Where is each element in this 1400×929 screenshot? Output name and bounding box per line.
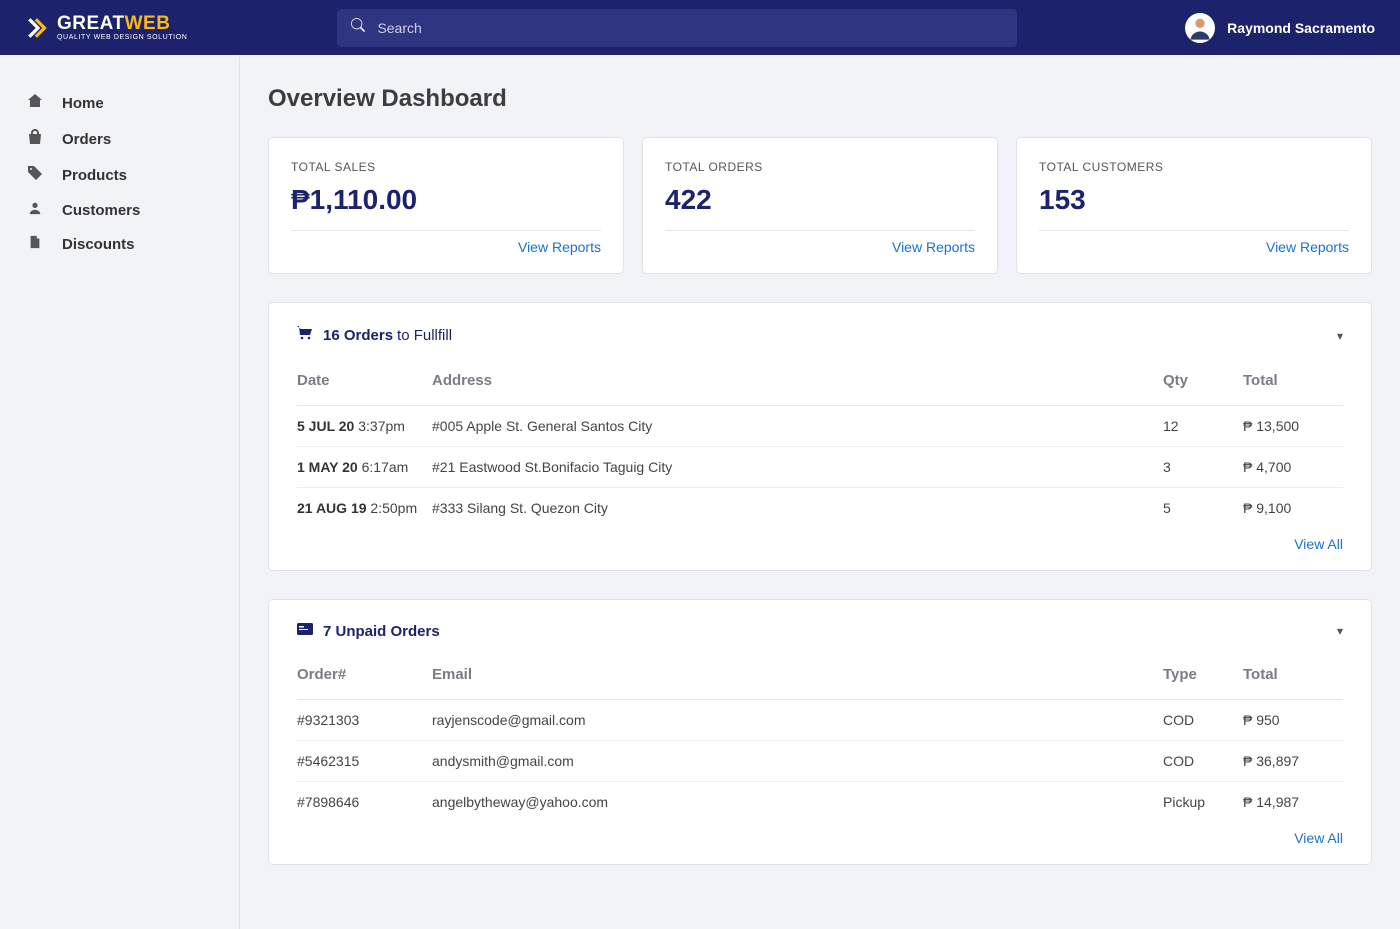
card-total-customers: TOTAL CUSTOMERS 153 View Reports (1016, 137, 1372, 274)
th-order: Order# (297, 658, 432, 700)
cell-address: #333 Silang St. Quezon City (432, 488, 1163, 529)
orders-suffix: to Fullfill (397, 327, 452, 344)
view-all-link[interactable]: View All (297, 830, 1343, 846)
cell-email: angelbytheway@yahoo.com (432, 782, 1163, 823)
card-view-reports-link[interactable]: View Reports (291, 239, 601, 255)
money-check-icon (297, 622, 313, 640)
cell-total: ₱ 14,987 (1243, 782, 1343, 823)
unpaid-orders-panel: 7 Unpaid Orders ▾ Order# Email Type Tota… (268, 599, 1372, 865)
user-icon (26, 201, 44, 219)
cell-total: ₱ 9,100 (1243, 488, 1343, 529)
table-row[interactable]: #9321303 rayjenscode@gmail.com COD ₱ 950 (297, 700, 1343, 741)
unpaid-table: Order# Email Type Total #9321303 rayjens… (297, 658, 1343, 822)
brand-name-2: WEB (125, 13, 171, 34)
card-total-sales: TOTAL SALES ₱1,110.00 View Reports (268, 137, 624, 274)
th-address: Address (432, 364, 1163, 406)
orders-to-fulfill-panel: 16 Orders to Fullfill ▾ Date Address Qty… (268, 302, 1372, 571)
main-content: Overview Dashboard TOTAL SALES ₱1,110.00… (240, 55, 1400, 929)
cell-type: COD (1163, 700, 1243, 741)
cell-email: andysmith@gmail.com (432, 741, 1163, 782)
search-input-wrapper[interactable] (337, 9, 1017, 47)
cell-order: #7898646 (297, 782, 432, 823)
sidebar-item-orders[interactable]: Orders (0, 121, 239, 157)
search-icon (351, 18, 365, 37)
sidebar-item-label: Products (62, 167, 127, 184)
cell-qty: 3 (1163, 447, 1243, 488)
sidebar-item-products[interactable]: Products (0, 157, 239, 193)
sidebar-item-label: Discounts (62, 236, 135, 253)
cell-address: #21 Eastwood St.Bonifacio Taguig City (432, 447, 1163, 488)
brand-text: GREATWEB QUALITY WEB DESIGN SOLUTION (57, 14, 187, 41)
cell-type: Pickup (1163, 782, 1243, 823)
search-input[interactable] (365, 20, 1003, 36)
th-date: Date (297, 364, 432, 406)
card-value: ₱1,110.00 (291, 184, 601, 216)
th-qty: Qty (1163, 364, 1243, 406)
sidebar-item-label: Customers (62, 202, 140, 219)
cell-order: #9321303 (297, 700, 432, 741)
cell-total: ₱ 4,700 (1243, 447, 1343, 488)
cell-total: ₱ 36,897 (1243, 741, 1343, 782)
cell-qty: 12 (1163, 406, 1243, 447)
table-row[interactable]: 21 AUG 19 2:50pm #333 Silang St. Quezon … (297, 488, 1343, 529)
chevron-down-icon[interactable]: ▾ (1337, 329, 1343, 343)
card-value: 422 (665, 184, 975, 216)
cell-qty: 5 (1163, 488, 1243, 529)
brand-name-1: GREAT (57, 13, 125, 34)
user-menu[interactable]: Raymond Sacramento (1185, 13, 1375, 43)
sidebar-item-label: Orders (62, 131, 111, 148)
unpaid-title: 7 Unpaid Orders (323, 623, 440, 640)
home-icon (26, 93, 44, 113)
brand-tagline: QUALITY WEB DESIGN SOLUTION (57, 34, 187, 41)
cell-date-bold: 5 JUL 20 (297, 418, 354, 434)
cell-email: rayjenscode@gmail.com (432, 700, 1163, 741)
sidebar-item-label: Home (62, 95, 104, 112)
card-total-orders: TOTAL ORDERS 422 View Reports (642, 137, 998, 274)
cell-order: #5462315 (297, 741, 432, 782)
avatar (1185, 13, 1215, 43)
chevron-logo-icon (25, 15, 51, 41)
card-label: TOTAL SALES (291, 160, 601, 174)
cart-icon (297, 325, 313, 346)
table-row[interactable]: 1 MAY 20 6:17am #21 Eastwood St.Bonifaci… (297, 447, 1343, 488)
cell-total: ₱ 13,500 (1243, 406, 1343, 447)
topbar: GREATWEB QUALITY WEB DESIGN SOLUTION Ray… (0, 0, 1400, 55)
chevron-down-icon[interactable]: ▾ (1337, 624, 1343, 638)
th-type: Type (1163, 658, 1243, 700)
sidebar-item-discounts[interactable]: Discounts (0, 227, 239, 261)
card-value: 153 (1039, 184, 1349, 216)
cell-date-bold: 1 MAY 20 (297, 459, 358, 475)
bag-icon (26, 129, 44, 149)
card-view-reports-link[interactable]: View Reports (1039, 239, 1349, 255)
table-row[interactable]: #7898646 angelbytheway@yahoo.com Pickup … (297, 782, 1343, 823)
card-view-reports-link[interactable]: View Reports (665, 239, 975, 255)
th-total: Total (1243, 658, 1343, 700)
brand-logo[interactable]: GREATWEB QUALITY WEB DESIGN SOLUTION (25, 14, 187, 41)
table-row[interactable]: #5462315 andysmith@gmail.com COD ₱ 36,89… (297, 741, 1343, 782)
sidebar: Home Orders Products Customers Discounts (0, 55, 240, 929)
cell-date-time: 3:37pm (354, 418, 405, 434)
view-all-link[interactable]: View All (297, 536, 1343, 552)
stat-cards: TOTAL SALES ₱1,110.00 View Reports TOTAL… (268, 137, 1372, 274)
orders-table: Date Address Qty Total 5 JUL 20 3:37pm #… (297, 364, 1343, 528)
user-name: Raymond Sacramento (1227, 20, 1375, 36)
cell-date-bold: 21 AUG 19 (297, 500, 367, 516)
cell-type: COD (1163, 741, 1243, 782)
th-email: Email (432, 658, 1163, 700)
sidebar-item-home[interactable]: Home (0, 85, 239, 121)
orders-count: 16 Orders (323, 327, 393, 344)
sidebar-item-customers[interactable]: Customers (0, 193, 239, 227)
cell-date-time: 6:17am (358, 459, 409, 475)
cell-address: #005 Apple St. General Santos City (432, 406, 1163, 447)
table-row[interactable]: 5 JUL 20 3:37pm #005 Apple St. General S… (297, 406, 1343, 447)
cell-total: ₱ 950 (1243, 700, 1343, 741)
page-title: Overview Dashboard (268, 85, 1372, 113)
card-label: TOTAL CUSTOMERS (1039, 160, 1349, 174)
tag-icon (26, 165, 44, 185)
file-icon (26, 235, 44, 253)
th-total: Total (1243, 364, 1343, 406)
cell-date-time: 2:50pm (367, 500, 418, 516)
card-label: TOTAL ORDERS (665, 160, 975, 174)
